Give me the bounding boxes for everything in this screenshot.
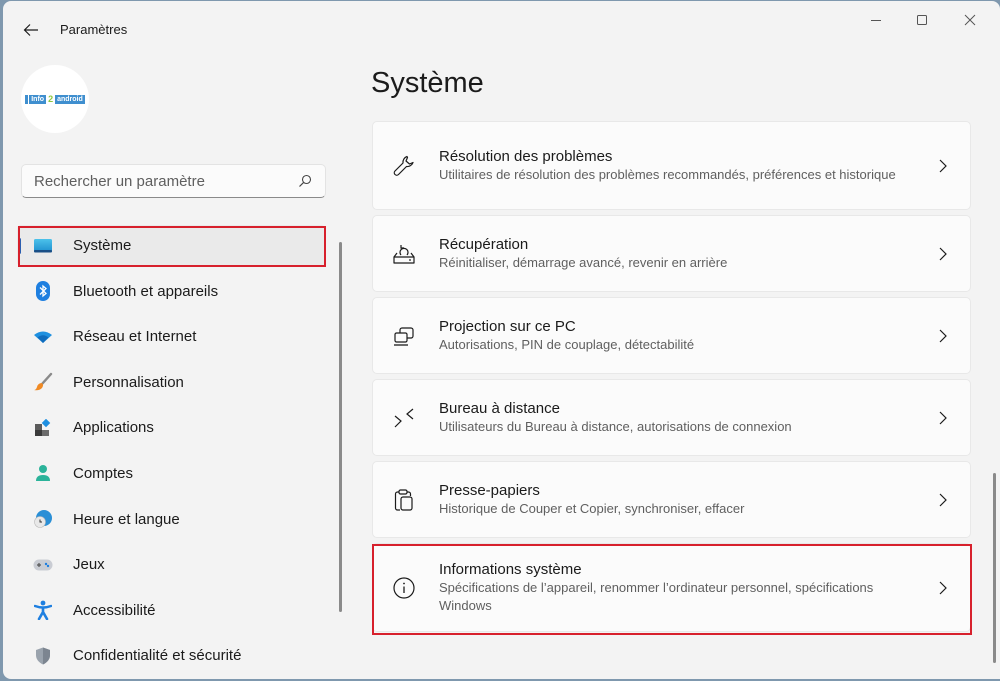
card-description: Utilitaires de résolution des problèmes … — [439, 167, 896, 182]
chevron-right-icon — [915, 159, 970, 173]
maximize-button[interactable] — [899, 5, 945, 35]
card-description: Historique de Couper et Copier, synchron… — [439, 501, 745, 516]
sidebar-item-label: Personnalisation — [73, 373, 184, 391]
sidebar-item-label: Système — [73, 237, 132, 254]
sidebar-item-confidentialite[interactable]: Confidentialité et sécurité — [17, 635, 325, 676]
sidebar-item-bluetooth[interactable]: Bluetooth et appareils — [17, 271, 325, 312]
clipboard-icon — [373, 488, 435, 512]
sidebar-nav: Système Bluetooth et appareils Réseau et… — [17, 225, 325, 679]
accessibility-icon — [33, 600, 53, 621]
sidebar-item-personnalisation[interactable]: Personnalisation — [17, 362, 325, 403]
sidebar-item-label: Confidentialité et sécurité — [73, 647, 242, 665]
page-title: Système — [371, 67, 484, 99]
recovery-icon — [373, 243, 435, 265]
card-title: Informations système — [439, 561, 582, 578]
sidebar-item-label: Heure et langue — [73, 510, 180, 528]
card-description: Autorisations, PIN de couplage, détectab… — [439, 337, 695, 352]
remote-desktop-icon — [373, 407, 435, 429]
card-title: Projection sur ce PC — [439, 318, 576, 335]
sidebar-item-label: Applications — [73, 419, 154, 437]
back-button[interactable] — [17, 17, 45, 43]
card-description: Utilisateurs du Bureau à distance, autor… — [439, 419, 792, 434]
info-icon — [373, 576, 435, 600]
sidebar-item-heure[interactable]: Heure et langue — [17, 499, 325, 540]
settings-cards: Résolution des problèmes Utilitaires de … — [372, 121, 971, 637]
search-box[interactable] — [21, 164, 326, 198]
chevron-right-icon — [915, 411, 970, 425]
close-icon — [964, 14, 976, 26]
account-icon — [33, 463, 53, 483]
wrench-icon — [373, 154, 435, 178]
logo-part-2: 2 — [48, 94, 54, 104]
sidebar-item-label: Comptes — [73, 464, 134, 482]
main-scrollbar[interactable] — [993, 473, 996, 663]
sidebar-item-accessibilite[interactable]: Accessibilité — [17, 590, 325, 631]
card-projection[interactable]: Projection sur ce PC Autorisations, PIN … — [372, 297, 971, 374]
chevron-right-icon — [915, 493, 970, 507]
bluetooth-icon — [33, 281, 53, 302]
minimize-icon — [871, 20, 881, 21]
sidebar-item-applications[interactable]: Applications — [17, 407, 325, 448]
sidebar-item-comptes[interactable]: Comptes — [17, 453, 325, 494]
account-avatar[interactable]: Info 2 android — [21, 65, 89, 133]
card-title: Presse-papiers — [439, 482, 540, 499]
logo-bar — [25, 94, 29, 104]
sidebar-item-jeux[interactable]: Jeux — [17, 544, 325, 585]
settings-window: Paramètres Info 2 android Système — [3, 1, 1000, 679]
search-icon[interactable] — [297, 173, 313, 189]
wifi-icon — [33, 327, 53, 347]
sidebar-item-systeme[interactable]: Système — [17, 225, 325, 266]
card-title: Résolution des problèmes — [439, 148, 613, 165]
chevron-right-icon — [915, 247, 970, 261]
paintbrush-icon — [33, 372, 53, 392]
projection-icon — [373, 325, 435, 347]
sidebar-item-label: Réseau et Internet — [73, 328, 197, 346]
time-language-icon — [33, 509, 53, 529]
card-recuperation[interactable]: Récupération Réinitialiser, démarrage av… — [372, 215, 971, 292]
card-description: Réinitialiser, démarrage avancé, revenir… — [439, 255, 728, 270]
chevron-right-icon — [915, 581, 970, 595]
system-display-icon — [33, 236, 53, 256]
search-input[interactable] — [34, 172, 297, 190]
sidebar-item-label: Bluetooth et appareils — [73, 282, 219, 300]
sidebar-item-reseau[interactable]: Réseau et Internet — [17, 316, 325, 357]
sidebar-scrollbar[interactable] — [339, 242, 342, 612]
app-title: Paramètres — [60, 22, 128, 37]
chevron-right-icon — [915, 329, 970, 343]
sidebar-item-label: Jeux — [73, 556, 105, 574]
gamepad-icon — [33, 555, 53, 575]
card-presse-papiers[interactable]: Presse-papiers Historique de Couper et C… — [372, 461, 971, 538]
close-button[interactable] — [947, 5, 993, 35]
apps-icon — [33, 418, 53, 438]
minimize-button[interactable] — [853, 5, 899, 35]
card-description: Spécifications de l’appareil, renommer l… — [439, 580, 874, 613]
logo-part-android: android — [55, 94, 85, 104]
avatar-logo: Info 2 android — [25, 94, 85, 104]
card-resolution-problemes[interactable]: Résolution des problèmes Utilitaires de … — [372, 121, 971, 210]
maximize-icon — [917, 15, 927, 25]
logo-part-info: Info — [29, 94, 47, 104]
card-bureau-distance[interactable]: Bureau à distance Utilisateurs du Bureau… — [372, 379, 971, 456]
card-informations-systeme[interactable]: Informations système Spécifications de l… — [372, 543, 971, 632]
sidebar-item-label: Accessibilité — [73, 601, 156, 619]
card-title: Bureau à distance — [439, 400, 560, 417]
shield-icon — [33, 646, 53, 666]
arrow-left-icon — [23, 24, 38, 36]
card-title: Récupération — [439, 236, 529, 253]
